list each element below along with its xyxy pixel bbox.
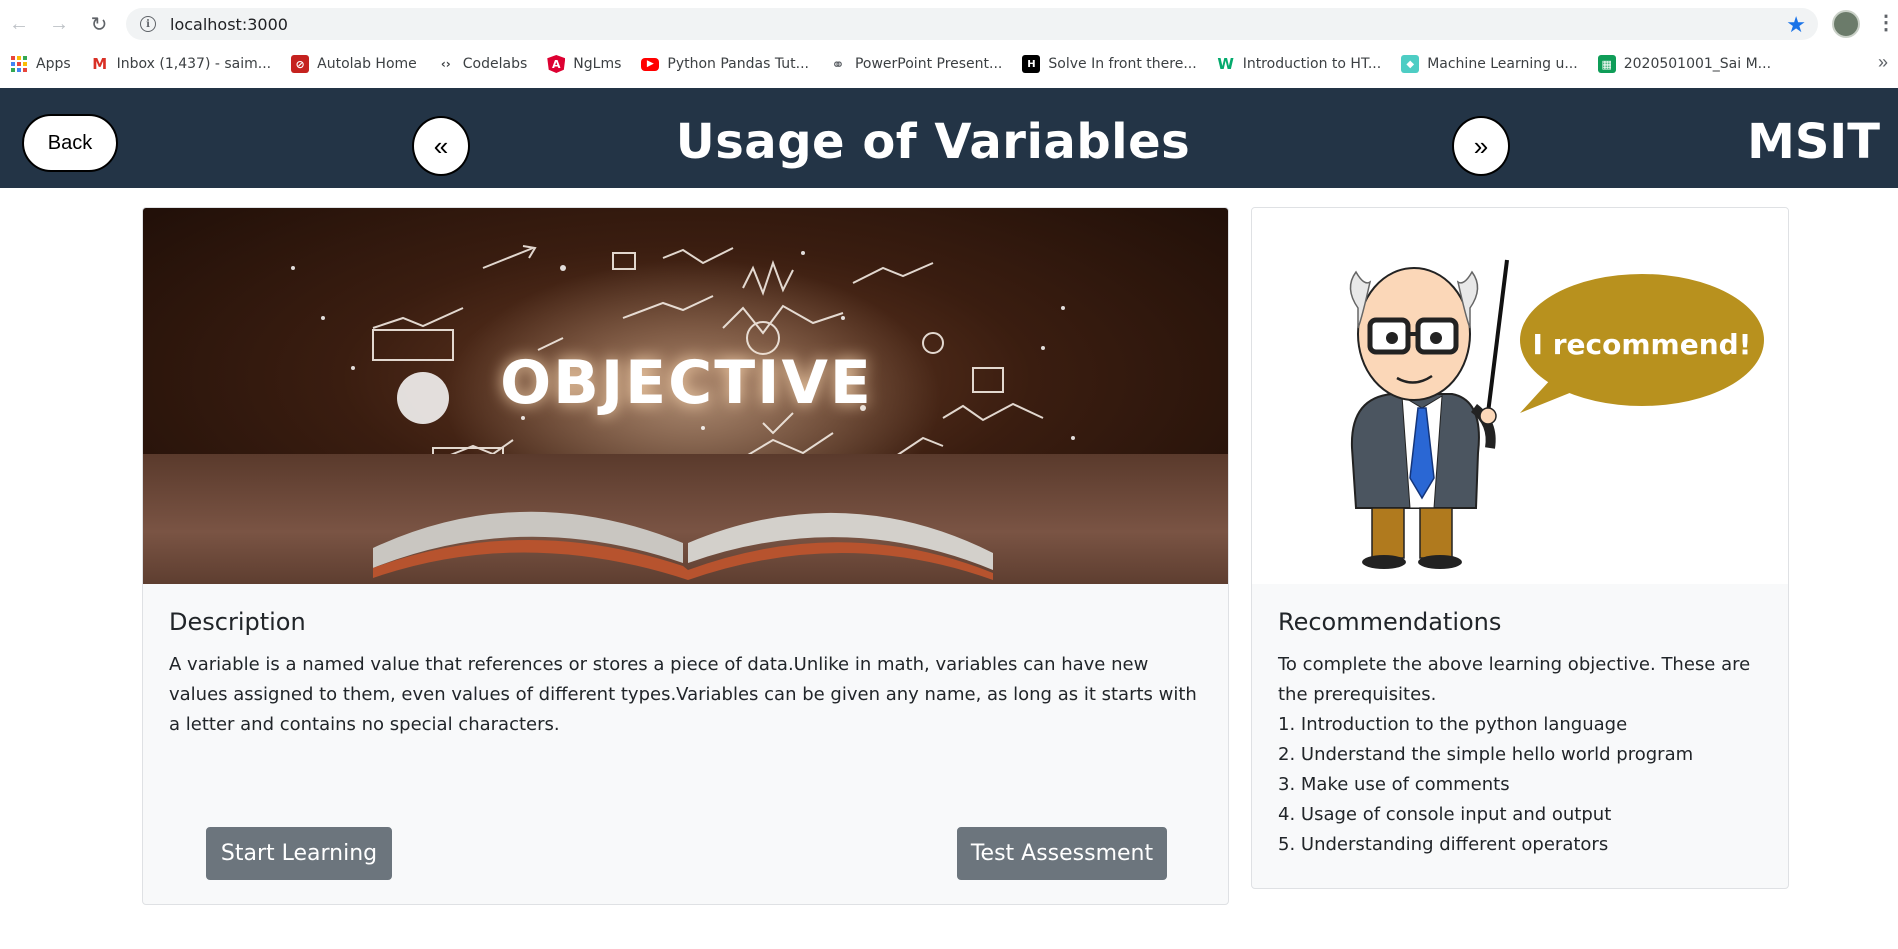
bookmarks-bar: Apps M Inbox (1,437) - saim... ⊘ Autolab…	[10, 50, 1791, 78]
start-learning-button[interactable]: Start Learning	[206, 827, 392, 880]
bookmark-inbox[interactable]: M Inbox (1,437) - saim...	[91, 55, 271, 73]
menu-kebab-icon[interactable]: ⋮	[1876, 10, 1896, 35]
back-button[interactable]: Back	[22, 114, 118, 172]
bookmark-autolab[interactable]: ⊘ Autolab Home	[291, 55, 417, 73]
recommendations-intro: To complete the above learning objective…	[1278, 654, 1751, 705]
page-title: Usage of Variables	[675, 114, 1191, 170]
recommendations-card: I recommend! Recommendations To complete…	[1251, 207, 1789, 889]
bookmark-label: Introduction to HT...	[1242, 56, 1382, 72]
apps-grid-icon	[10, 55, 28, 73]
ml-icon: ◆	[1401, 55, 1420, 73]
teacher-recommend-image: I recommend!	[1252, 208, 1788, 584]
reload-icon[interactable]: ↻	[88, 13, 110, 36]
app-header: Back « Usage of Variables » MSIT	[0, 88, 1898, 188]
bookmark-label: Inbox (1,437) - saim...	[116, 56, 272, 72]
w3schools-icon: W	[1217, 55, 1234, 73]
recommendations-title: Recommendations	[1278, 608, 1502, 636]
bookmark-solve[interactable]: H Solve In front there...	[1022, 55, 1197, 73]
bookmark-label: Autolab Home	[317, 56, 417, 72]
browser-nav: ← → ↻	[8, 10, 110, 38]
list-item: 2. Understand the simple hello world pro…	[1278, 744, 1694, 765]
open-book-icon	[373, 511, 993, 580]
bookmark-star-icon[interactable]: ★	[1786, 12, 1806, 38]
forward-arrow-icon[interactable]: →	[48, 13, 70, 35]
codelabs-icon: ‹›	[440, 57, 451, 71]
prerequisite-list: 1. Introduction to the python language 2…	[1278, 710, 1768, 860]
list-item: 1. Introduction to the python language	[1278, 714, 1628, 735]
bookmarks-overflow-icon[interactable]: »	[1878, 52, 1888, 73]
recommendations-body: Recommendations To complete the above le…	[1278, 608, 1768, 860]
url-text[interactable]: localhost:3000	[170, 15, 288, 34]
bookmark-label: NgLms	[573, 56, 622, 72]
bookmark-label: Python Pandas Tut...	[667, 56, 809, 72]
angular-icon: A	[547, 55, 566, 73]
list-item: 4. Usage of console input and output	[1278, 804, 1612, 825]
bookmark-powerpoint[interactable]: ⚭ PowerPoint Present...	[829, 54, 1003, 74]
previous-button[interactable]: «	[412, 116, 470, 176]
bookmark-sheet[interactable]: ▦ 2020501001_Sai M...	[1597, 55, 1772, 73]
gmail-icon: M	[92, 55, 108, 73]
bookmark-label: PowerPoint Present...	[854, 56, 1003, 72]
browser-toolbar: ← → ↻ i localhost:3000 ★ ⋮ Apps M Inbox …	[0, 0, 1898, 88]
bookmark-label: Codelabs	[462, 56, 528, 72]
objective-card: OBJECTIVE Description A variable is a na…	[142, 207, 1229, 905]
description-text: A variable is a named value that referen…	[169, 654, 1197, 735]
bookmark-pandas[interactable]: ▶ Python Pandas Tut...	[641, 56, 809, 72]
autolab-icon: ⊘	[291, 55, 310, 73]
objective-image: OBJECTIVE	[143, 208, 1228, 584]
test-assessment-button[interactable]: Test Assessment	[957, 827, 1167, 880]
bookmark-apps[interactable]: Apps	[10, 55, 71, 73]
globe-icon: ⚭	[831, 54, 845, 74]
youtube-icon: ▶	[641, 57, 660, 71]
back-arrow-icon[interactable]: ←	[8, 13, 30, 35]
bookmark-label: Solve In front there...	[1048, 56, 1197, 72]
bookmark-codelabs[interactable]: ‹› Codelabs	[437, 55, 528, 73]
description-body: Description A variable is a named value …	[169, 608, 1209, 740]
bookmark-label: 2020501001_Sai M...	[1623, 56, 1772, 72]
bookmark-nglms[interactable]: A NgLms	[547, 55, 621, 73]
address-bar[interactable]: i localhost:3000 ★	[126, 8, 1818, 40]
next-button[interactable]: »	[1452, 116, 1510, 176]
site-info-icon[interactable]: i	[140, 16, 156, 32]
bubble-text: I recommend!	[1533, 328, 1752, 361]
brand-logo: MSIT	[1747, 114, 1880, 170]
bookmark-label: Machine Learning u...	[1427, 56, 1578, 72]
bookmark-html[interactable]: W Introduction to HT...	[1217, 55, 1382, 73]
hackerrank-icon: H	[1022, 55, 1041, 73]
profile-avatar[interactable]	[1832, 10, 1860, 38]
list-item: 5. Understanding different operators	[1278, 834, 1609, 855]
description-title: Description	[169, 608, 306, 636]
list-item: 3. Make use of comments	[1278, 774, 1510, 795]
bookmark-label: Apps	[36, 56, 71, 72]
sheets-icon: ▦	[1597, 55, 1616, 73]
teacher-icon: I recommend!	[1349, 259, 1764, 569]
bookmark-ml[interactable]: ◆ Machine Learning u...	[1401, 55, 1578, 73]
